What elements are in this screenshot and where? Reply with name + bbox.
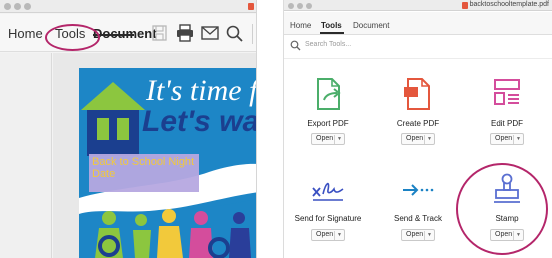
minimize-window-button[interactable] xyxy=(297,3,303,9)
create-pdf-icon xyxy=(404,78,430,110)
chevron-down-icon[interactable]: ▼ xyxy=(427,136,432,142)
stamp-highlight-circle xyxy=(456,163,548,255)
tool-label: Export PDF xyxy=(307,119,349,128)
chevron-down-icon[interactable]: ▼ xyxy=(337,232,342,238)
open-button[interactable]: Open ▼ xyxy=(401,229,435,241)
open-label: Open xyxy=(316,231,334,238)
tool-label: Send & Track xyxy=(393,214,443,223)
search-tools-field[interactable]: Search Tools... xyxy=(290,39,410,53)
left-navigation-pane xyxy=(0,53,52,258)
screenshot-root: Home Tools Document xyxy=(0,0,552,258)
tab-document[interactable]: Document xyxy=(353,21,389,30)
active-tab-indicator xyxy=(320,32,344,34)
poster-event-text[interactable]: Back to School Night Date xyxy=(92,156,196,180)
divider xyxy=(284,58,552,59)
tool-label: Send for Signature xyxy=(294,214,362,223)
main-toolbar: Home Tools Document xyxy=(0,14,256,52)
title-bar: backtoschooltemplate.pdf xyxy=(284,0,552,11)
minimize-window-button[interactable] xyxy=(14,3,21,10)
tool-create-pdf[interactable]: Create PDF Open ▼ xyxy=(378,76,458,146)
title-bar xyxy=(0,0,256,13)
signature-icon xyxy=(312,182,344,201)
edit-pdf-icon xyxy=(494,79,520,105)
divider xyxy=(334,231,335,240)
chevron-down-icon[interactable]: ▼ xyxy=(516,136,521,142)
poster-page: It's time f Let's wal Back to School Nig… xyxy=(79,68,257,258)
left-acrobat-window: Home Tools Document xyxy=(0,0,257,258)
tab-tools[interactable]: Tools xyxy=(321,21,342,30)
divider xyxy=(424,135,425,144)
zoom-window-button[interactable] xyxy=(24,3,31,10)
open-button[interactable]: Open ▼ xyxy=(311,229,345,241)
divider xyxy=(424,231,425,240)
open-button[interactable]: Open ▼ xyxy=(490,133,524,145)
tab-home[interactable]: Home xyxy=(8,26,43,41)
open-label: Open xyxy=(406,135,424,142)
poster-headline-1: It's time f xyxy=(146,74,257,107)
chevron-down-icon[interactable]: ▼ xyxy=(427,232,432,238)
open-label: Open xyxy=(316,135,334,142)
search-icon xyxy=(290,40,301,51)
open-button[interactable]: Open ▼ xyxy=(401,133,435,145)
pdf-file-icon xyxy=(462,2,468,9)
email-icon[interactable] xyxy=(200,24,220,42)
send-track-icon xyxy=(403,184,434,196)
document-view[interactable]: It's time f Let's wal Back to School Nig… xyxy=(53,53,257,258)
open-label: Open xyxy=(495,135,513,142)
print-icon[interactable] xyxy=(175,24,195,42)
tools-highlight-circle xyxy=(45,24,100,51)
tool-send-for-signature[interactable]: Send for Signature Open ▼ xyxy=(288,172,368,242)
poster-headline-2: Let's wal xyxy=(142,105,257,138)
export-pdf-icon xyxy=(317,78,341,110)
divider xyxy=(334,135,335,144)
tool-edit-pdf[interactable]: Edit PDF Open ▼ xyxy=(467,76,547,146)
save-icon[interactable] xyxy=(150,24,170,42)
window-title: backtoschooltemplate.pdf xyxy=(469,1,549,8)
tool-send-and-track[interactable]: Send & Track Open ▼ xyxy=(378,172,458,242)
close-window-button[interactable] xyxy=(288,3,294,9)
divider xyxy=(513,135,514,144)
search-icon[interactable] xyxy=(225,24,245,42)
chevron-down-icon[interactable]: ▼ xyxy=(337,136,342,142)
right-acrobat-window: backtoschooltemplate.pdf Home Tools Docu… xyxy=(283,0,552,258)
tool-label: Edit PDF xyxy=(490,119,523,128)
toolbar-divider xyxy=(252,24,253,44)
tab-home[interactable]: Home xyxy=(290,21,311,30)
close-window-button[interactable] xyxy=(4,3,11,10)
open-label: Open xyxy=(406,231,424,238)
pdf-file-icon xyxy=(248,3,254,10)
tool-export-pdf[interactable]: Export PDF Open ▼ xyxy=(288,76,368,146)
search-input[interactable]: Search Tools... xyxy=(305,41,351,48)
open-button[interactable]: Open ▼ xyxy=(311,133,345,145)
zoom-window-button[interactable] xyxy=(306,3,312,9)
tool-label: Create PDF xyxy=(396,119,440,128)
